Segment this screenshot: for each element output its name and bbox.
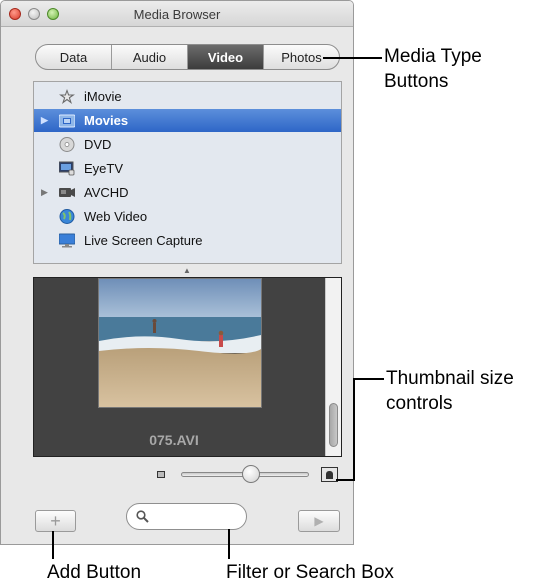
media-type-buttons: Data Audio Video Photos (35, 44, 340, 70)
source-item-label: DVD (84, 137, 112, 152)
media-type-callout-line (323, 57, 382, 59)
media-type-callout-label: Media Type Buttons (384, 46, 482, 92)
thumbnail-size-callout-line-h (354, 378, 384, 380)
preview-scrollbar-thumb[interactable] (329, 403, 338, 447)
source-item-label: EyeTV (84, 161, 124, 176)
dvd-disc-icon (59, 137, 75, 152)
source-item-dvd[interactable]: DVD (34, 133, 341, 156)
movies-folder-icon (59, 114, 75, 128)
media-preview-pane: 075.AVI (33, 277, 342, 457)
plus-icon: + (50, 510, 61, 531)
source-item-label: iMovie (84, 89, 122, 104)
magnifying-glass-icon (136, 510, 149, 523)
thumbnail-caption: 075.AVI (149, 432, 199, 448)
thumbnail-size-callout-label: Thumbnail size controls (386, 368, 514, 414)
disclosure-triangle-icon[interactable]: ▶ (41, 187, 48, 198)
beach-thumbnail-image (99, 279, 261, 407)
source-item-label: AVCHD (84, 185, 129, 200)
eyetv-icon (59, 161, 75, 176)
search-box-callout-line (228, 529, 230, 559)
search-input[interactable] (153, 508, 245, 527)
source-item-avchd[interactable]: ▶ AVCHD (34, 181, 341, 204)
play-button[interactable]: ▶ (298, 510, 340, 532)
title-bar[interactable]: Media Browser (1, 1, 353, 27)
monitor-icon (59, 233, 75, 248)
media-type-audio-button[interactable]: Audio (112, 45, 188, 69)
add-button-callout-label: Add Button (47, 562, 142, 583)
source-item-label: Live Screen Capture (84, 233, 203, 248)
search-box-callout-label: Filter or Search Box (226, 562, 394, 583)
source-item-imovie[interactable]: iMovie (34, 85, 341, 108)
video-thumbnail[interactable] (98, 278, 262, 408)
imovie-star-icon (59, 89, 75, 104)
window-title: Media Browser (133, 7, 221, 22)
add-button[interactable]: + (35, 510, 76, 532)
media-type-video-button[interactable]: Video (188, 45, 264, 69)
avchd-camera-icon (59, 188, 75, 197)
preview-scrollbar[interactable] (325, 278, 341, 456)
source-item-movies[interactable]: ▶ Movies (34, 109, 341, 132)
pane-splitter-handle[interactable]: ▲ (183, 266, 191, 275)
thumbnail-size-callout-line-v (353, 378, 355, 481)
source-list: iMovie ▶ Movies DVD EyeTV ▶ AVCHD Web Vi… (33, 81, 342, 264)
globe-icon (59, 209, 75, 224)
source-item-label: Web Video (84, 209, 148, 224)
media-browser-window: Media Browser Data Audio Video Photos iM… (0, 0, 354, 545)
add-button-callout-line (52, 531, 54, 559)
thumbnail-size-callout-line-foot (336, 479, 355, 481)
small-thumbnail-icon[interactable] (157, 471, 165, 478)
source-item-label: Movies (84, 113, 129, 128)
media-type-data-button[interactable]: Data (36, 45, 112, 69)
search-field[interactable] (126, 503, 247, 530)
disclosure-triangle-icon[interactable]: ▶ (41, 115, 48, 126)
source-item-web-video[interactable]: Web Video (34, 205, 341, 228)
play-icon: ▶ (314, 514, 324, 528)
source-item-live-screen-capture[interactable]: Live Screen Capture (34, 229, 341, 252)
thumbnail-size-slider-knob[interactable] (242, 465, 260, 483)
source-item-eyetv[interactable]: EyeTV (34, 157, 341, 180)
